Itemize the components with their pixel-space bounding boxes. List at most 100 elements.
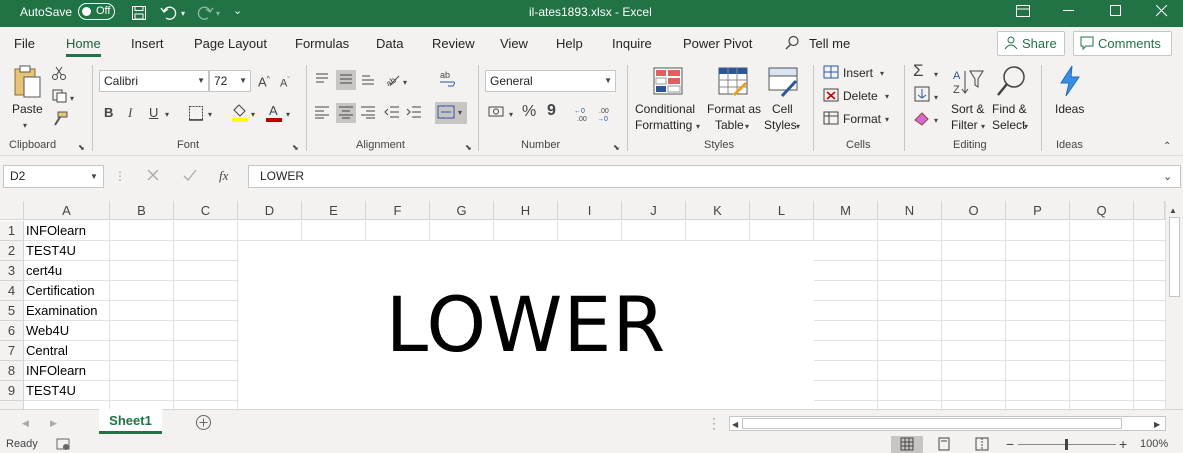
formula-input[interactable]: LOWER ⌄	[248, 165, 1181, 188]
cell-a5[interactable]: Examination	[24, 301, 110, 321]
horizontal-scrollbar[interactable]: ◀ ▶	[729, 416, 1166, 431]
column-header-q[interactable]: Q	[1070, 201, 1134, 220]
sheet-tab-sheet1[interactable]: Sheet1	[99, 409, 162, 434]
minimize-icon[interactable]	[1063, 4, 1075, 18]
autosum-icon[interactable]: Σ	[913, 62, 924, 79]
tab-power-pivot[interactable]: Power Pivot	[683, 36, 752, 52]
cell-a1[interactable]: INFOlearn	[24, 221, 110, 241]
zoom-slider-thumb[interactable]	[1065, 439, 1068, 450]
orientation-icon[interactable]: ab	[384, 72, 400, 89]
page-break-view-icon[interactable]	[975, 437, 989, 453]
sort-filter-button[interactable]: AZ Sort & Filter ▾	[949, 65, 989, 135]
column-header-o[interactable]: O	[942, 201, 1006, 220]
name-box[interactable]: D2 ▼	[3, 165, 104, 188]
redo-dropdown-icon[interactable]: ▾	[216, 7, 220, 21]
cell-a4[interactable]: Certification	[24, 281, 110, 301]
add-sheet-icon[interactable]	[195, 414, 212, 434]
bold-button[interactable]: B	[104, 105, 113, 121]
accounting-dropdown-icon[interactable]: ▾	[509, 107, 513, 123]
column-header-r[interactable]	[1134, 201, 1165, 220]
comments-button[interactable]: Comments	[1073, 31, 1172, 56]
column-header-n[interactable]: N	[878, 201, 942, 220]
column-header-k[interactable]: K	[686, 201, 750, 220]
insert-cells-button[interactable]: Insert ▾	[821, 64, 901, 82]
share-button[interactable]: Share	[997, 31, 1065, 56]
number-format-combo[interactable]: General ▼	[485, 70, 616, 92]
cell-a3[interactable]: cert4u	[24, 261, 110, 281]
autosum-dropdown-icon[interactable]: ▾	[934, 67, 938, 83]
cell-a9[interactable]: TEST4U	[24, 381, 110, 401]
column-header-d[interactable]: D	[238, 201, 302, 220]
tab-insert[interactable]: Insert	[131, 36, 164, 52]
close-icon[interactable]	[1155, 4, 1168, 19]
percent-style-button[interactable]: %	[522, 104, 536, 120]
paste-button[interactable]: Paste ▾	[4, 65, 50, 135]
tab-file[interactable]: File	[14, 36, 35, 52]
row-header-1[interactable]: 1	[0, 221, 24, 241]
copy-icon[interactable]	[52, 89, 68, 106]
font-color-icon[interactable]: A	[265, 103, 283, 126]
column-header-m[interactable]: M	[814, 201, 878, 220]
number-launcher-icon[interactable]: ⬊	[613, 140, 620, 156]
borders-icon[interactable]	[188, 105, 204, 124]
find-select-button[interactable]: Find & Select ▾	[990, 65, 1032, 135]
column-header-l[interactable]: L	[750, 201, 814, 220]
font-color-dropdown-icon[interactable]: ▾	[286, 107, 290, 123]
prev-sheet-icon[interactable]: ◀	[22, 415, 29, 431]
alignment-launcher-icon[interactable]: ⬊	[465, 140, 472, 156]
align-right-icon[interactable]	[360, 105, 376, 122]
select-all-corner[interactable]	[0, 201, 24, 220]
clipboard-launcher-icon[interactable]: ⬊	[78, 140, 85, 156]
align-top-icon[interactable]	[314, 72, 330, 89]
column-header-j[interactable]: J	[622, 201, 686, 220]
cell-a2[interactable]: TEST4U	[24, 241, 110, 261]
align-center-icon[interactable]	[336, 103, 356, 123]
increase-indent-icon[interactable]	[406, 105, 422, 122]
column-header-e[interactable]: E	[302, 201, 366, 220]
increase-decimal-icon[interactable]: ←0.00	[574, 105, 592, 126]
vertical-scroll-thumb[interactable]	[1169, 217, 1180, 297]
row-header-4[interactable]: 4	[0, 281, 24, 301]
tab-help[interactable]: Help	[556, 36, 583, 52]
copy-dropdown-icon[interactable]: ▾	[70, 91, 74, 107]
cell-a6[interactable]: Web4U	[24, 321, 110, 341]
tab-inquire[interactable]: Inquire	[612, 36, 652, 52]
cancel-icon[interactable]	[146, 168, 160, 185]
expand-formula-icon[interactable]: ⌄	[1163, 169, 1172, 185]
cell-styles-button[interactable]: Cell Styles ▾	[762, 65, 806, 135]
row-header-7[interactable]: 7	[0, 341, 24, 361]
normal-view-button[interactable]	[891, 436, 923, 453]
clear-icon[interactable]	[913, 110, 931, 129]
decrease-font-icon[interactable]: Aˇ	[280, 73, 290, 92]
tab-data[interactable]: Data	[376, 36, 403, 52]
redo-icon[interactable]	[196, 5, 214, 23]
zoom-in-icon[interactable]: +	[1119, 436, 1127, 452]
row-header-9[interactable]: 9	[0, 381, 24, 401]
tab-page-layout[interactable]: Page Layout	[194, 36, 267, 52]
column-header-h[interactable]: H	[494, 201, 558, 220]
column-header-c[interactable]: C	[174, 201, 238, 220]
row-header-6[interactable]: 6	[0, 321, 24, 341]
align-middle-icon[interactable]	[336, 70, 356, 90]
column-header-f[interactable]: F	[366, 201, 430, 220]
scroll-left-icon[interactable]: ◀	[732, 417, 738, 433]
merge-center-icon[interactable]: ▾	[435, 102, 467, 124]
tab-splitter-icon[interactable]: ⋮	[707, 415, 721, 431]
format-painter-icon[interactable]	[52, 111, 68, 130]
column-header-a[interactable]: A	[24, 201, 110, 220]
fill-color-dropdown-icon[interactable]: ▾	[251, 107, 255, 123]
underline-button[interactable]: U	[149, 105, 158, 121]
cut-icon[interactable]	[52, 66, 66, 83]
macro-record-icon[interactable]	[56, 437, 70, 453]
cell-a8[interactable]: INFOlearn	[24, 361, 110, 381]
comma-style-button[interactable]: 9	[547, 103, 556, 119]
scroll-right-icon[interactable]: ▶	[1154, 417, 1160, 433]
save-icon[interactable]	[131, 5, 147, 23]
decrease-indent-icon[interactable]	[384, 105, 400, 122]
fill-icon[interactable]	[914, 86, 930, 105]
ideas-button[interactable]: Ideas	[1050, 65, 1090, 135]
merged-cell-d2[interactable]: LOWER	[238, 241, 814, 409]
row-header-5[interactable]: 5	[0, 301, 24, 321]
cell-a7[interactable]: Central	[24, 341, 110, 361]
ribbon-display-icon[interactable]	[1016, 5, 1030, 19]
